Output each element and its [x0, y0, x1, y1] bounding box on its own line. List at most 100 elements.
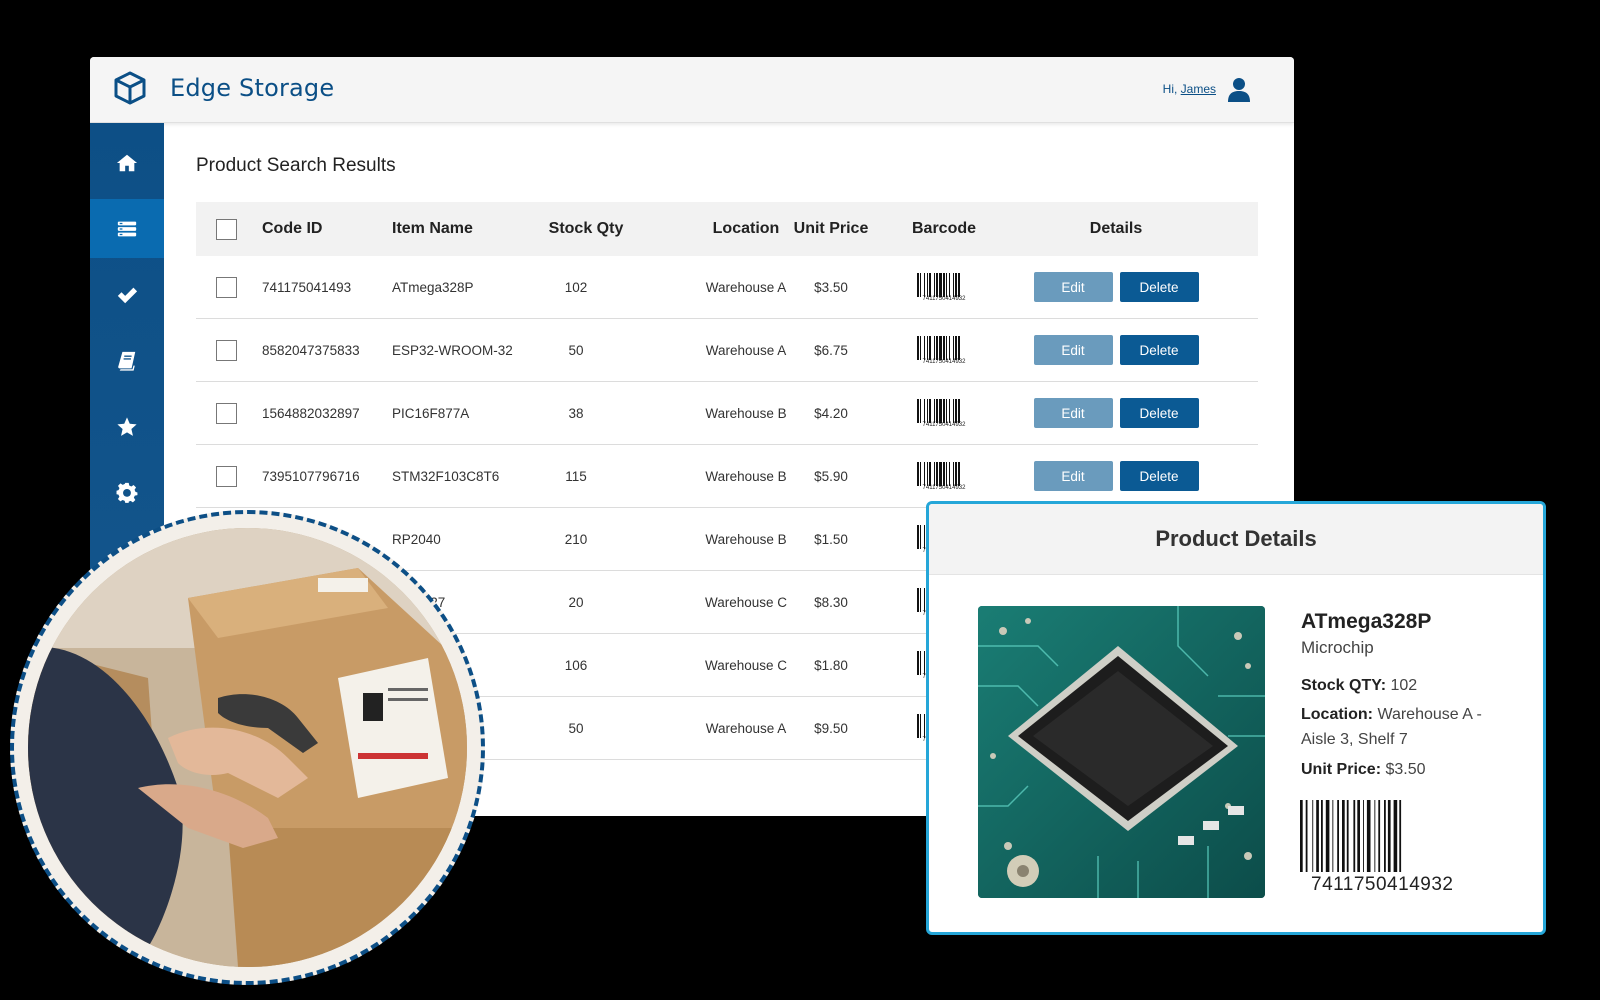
- storage-list-icon: [117, 221, 137, 236]
- gear-icon: [116, 482, 138, 503]
- details-stock-label: Stock QTY:: [1301, 677, 1387, 694]
- cell-actions: Edit Delete: [1016, 382, 1216, 444]
- brand-title: Edge Storage: [170, 74, 335, 102]
- edit-button[interactable]: Edit: [1033, 272, 1113, 302]
- home-icon: [116, 154, 138, 171]
- col-details: Details: [1089, 220, 1143, 237]
- delete-button[interactable]: Delete: [1119, 461, 1199, 491]
- user-icon[interactable]: [1227, 77, 1251, 103]
- details-barcode-number: 7411750414932: [1311, 874, 1454, 895]
- row-checkbox[interactable]: [216, 276, 237, 298]
- row-checkbox-cell: [216, 319, 240, 381]
- row-checkbox-cell: [216, 382, 240, 444]
- details-stock: Stock QTY: 102: [1301, 673, 1511, 698]
- page-title: Product Search Results: [196, 155, 396, 176]
- photo-content: [28, 528, 467, 967]
- star-icon: [117, 416, 137, 436]
- cell-stock-qty: 50: [568, 720, 584, 736]
- user-greeting: Hi, James: [1163, 82, 1216, 96]
- cell-unit-price: $1.50: [814, 531, 848, 547]
- table-row[interactable]: 8582047375833 ESP32-WROOM-32 50 Warehous…: [196, 319, 1258, 382]
- mini-barcode: 7411750414932: [917, 272, 971, 302]
- details-title: Product Details: [929, 504, 1543, 575]
- product-image: [978, 606, 1265, 898]
- cell-actions: Edit Delete: [1016, 319, 1216, 381]
- col-barcode: Barcode: [911, 220, 977, 237]
- sidebar-item-catalog[interactable]: [90, 331, 164, 390]
- select-all-checkbox[interactable]: [216, 218, 237, 240]
- worker-scanning-box-image: [28, 528, 467, 967]
- row-checkbox[interactable]: [216, 465, 237, 487]
- barcode-bars: [917, 272, 960, 297]
- cell-stock-qty: 102: [564, 279, 588, 295]
- product-details-panel: Product Details ATmega328P Microchip Sto…: [926, 501, 1546, 935]
- table-row[interactable]: 1564882032897 PIC16F877A 38 Warehouse B …: [196, 382, 1258, 445]
- cell-unit-price: $6.75: [814, 342, 848, 358]
- cell-unit-price: $3.50: [814, 279, 848, 295]
- row-checkbox-cell: [216, 445, 240, 507]
- cell-code-id: 1564882032897: [262, 405, 360, 421]
- details-price-value: $3.50: [1381, 761, 1426, 778]
- sidebar-item-home[interactable]: [90, 133, 164, 192]
- details-location-label: Location:: [1301, 706, 1373, 723]
- delete-button[interactable]: Delete: [1119, 398, 1199, 428]
- cell-barcode: 7411750414932: [894, 382, 994, 444]
- barcode-bars: [917, 461, 960, 486]
- delete-button[interactable]: Delete: [1119, 335, 1199, 365]
- mini-barcode-number: 7411750414932: [922, 421, 966, 428]
- mini-barcode-number: 7411750414932: [922, 358, 966, 365]
- cell-unit-price: $1.80: [814, 657, 848, 673]
- details-stock-value: 102: [1386, 677, 1418, 694]
- cell-unit-price: $9.50: [814, 720, 848, 736]
- details-barcode: [1300, 800, 1402, 872]
- check-icon: [117, 287, 138, 303]
- warehouse-worker-photo: [10, 510, 485, 985]
- delete-button[interactable]: Delete: [1119, 272, 1199, 302]
- table-row[interactable]: 741175041493 ATmega328P 102 Warehouse A …: [196, 256, 1258, 319]
- barcode-bars: [917, 398, 960, 423]
- cell-stock-qty: 50: [568, 342, 584, 358]
- cell-stock-qty: 20: [568, 594, 584, 610]
- details-location: Location: Warehouse A - Aisle 3, Shelf 7: [1301, 702, 1511, 752]
- edit-button[interactable]: Edit: [1033, 461, 1113, 491]
- cell-barcode: 7411750414932: [894, 256, 994, 318]
- cell-barcode: 7411750414932: [894, 319, 994, 381]
- sidebar-item-favorites[interactable]: [90, 397, 164, 456]
- row-checkbox[interactable]: [216, 402, 237, 424]
- microchip-image: [978, 606, 1265, 898]
- cell-stock-qty: 106: [564, 657, 588, 673]
- mini-barcode: 7411750414932: [917, 461, 971, 491]
- cell-unit-price: $8.30: [814, 594, 848, 610]
- book-icon: [118, 351, 136, 371]
- header-checkbox-cell: [216, 202, 240, 256]
- sidebar-item-settings[interactable]: [90, 463, 164, 522]
- mini-barcode: 7411750414932: [917, 335, 971, 365]
- cell-stock-qty: 115: [565, 468, 587, 484]
- table-row[interactable]: 7395107796716 STM32F103C8T6 115 Warehous…: [196, 445, 1258, 508]
- cell-item-name: ESP32-WROOM-32: [392, 342, 513, 358]
- details-price-label: Unit Price:: [1301, 761, 1382, 778]
- cell-actions: Edit Delete: [1016, 256, 1216, 318]
- sidebar-item-tasks[interactable]: [90, 265, 164, 324]
- edit-button[interactable]: Edit: [1033, 335, 1113, 365]
- cell-item-name: PIC16F877A: [392, 405, 470, 421]
- col-code-id: Code ID: [262, 220, 323, 237]
- edit-button[interactable]: Edit: [1033, 398, 1113, 428]
- col-unit-price: Unit Price: [793, 220, 869, 237]
- cell-code-id: 8582047375833: [262, 342, 360, 358]
- mini-barcode-number: 7411750414932: [922, 295, 966, 302]
- mini-barcode-number: 7411750414932: [922, 484, 966, 491]
- details-price: Unit Price: $3.50: [1301, 757, 1511, 782]
- cell-item-name: STM32F103C8T6: [392, 468, 500, 484]
- sidebar-item-storage[interactable]: [90, 199, 164, 258]
- row-checkbox[interactable]: [216, 339, 237, 361]
- col-item-name: Item Name: [392, 220, 473, 237]
- mini-barcode: 7411750414932: [917, 398, 971, 428]
- details-manufacturer: Microchip: [1301, 638, 1374, 657]
- user-name-link[interactable]: James: [1181, 82, 1216, 96]
- cell-code-id: 741175041493: [262, 279, 352, 295]
- greeting-prefix: Hi,: [1162, 82, 1181, 96]
- col-stock-qty: Stock Qty: [548, 220, 624, 237]
- barcode-bars: [917, 335, 960, 360]
- box-logo-icon: [114, 71, 146, 105]
